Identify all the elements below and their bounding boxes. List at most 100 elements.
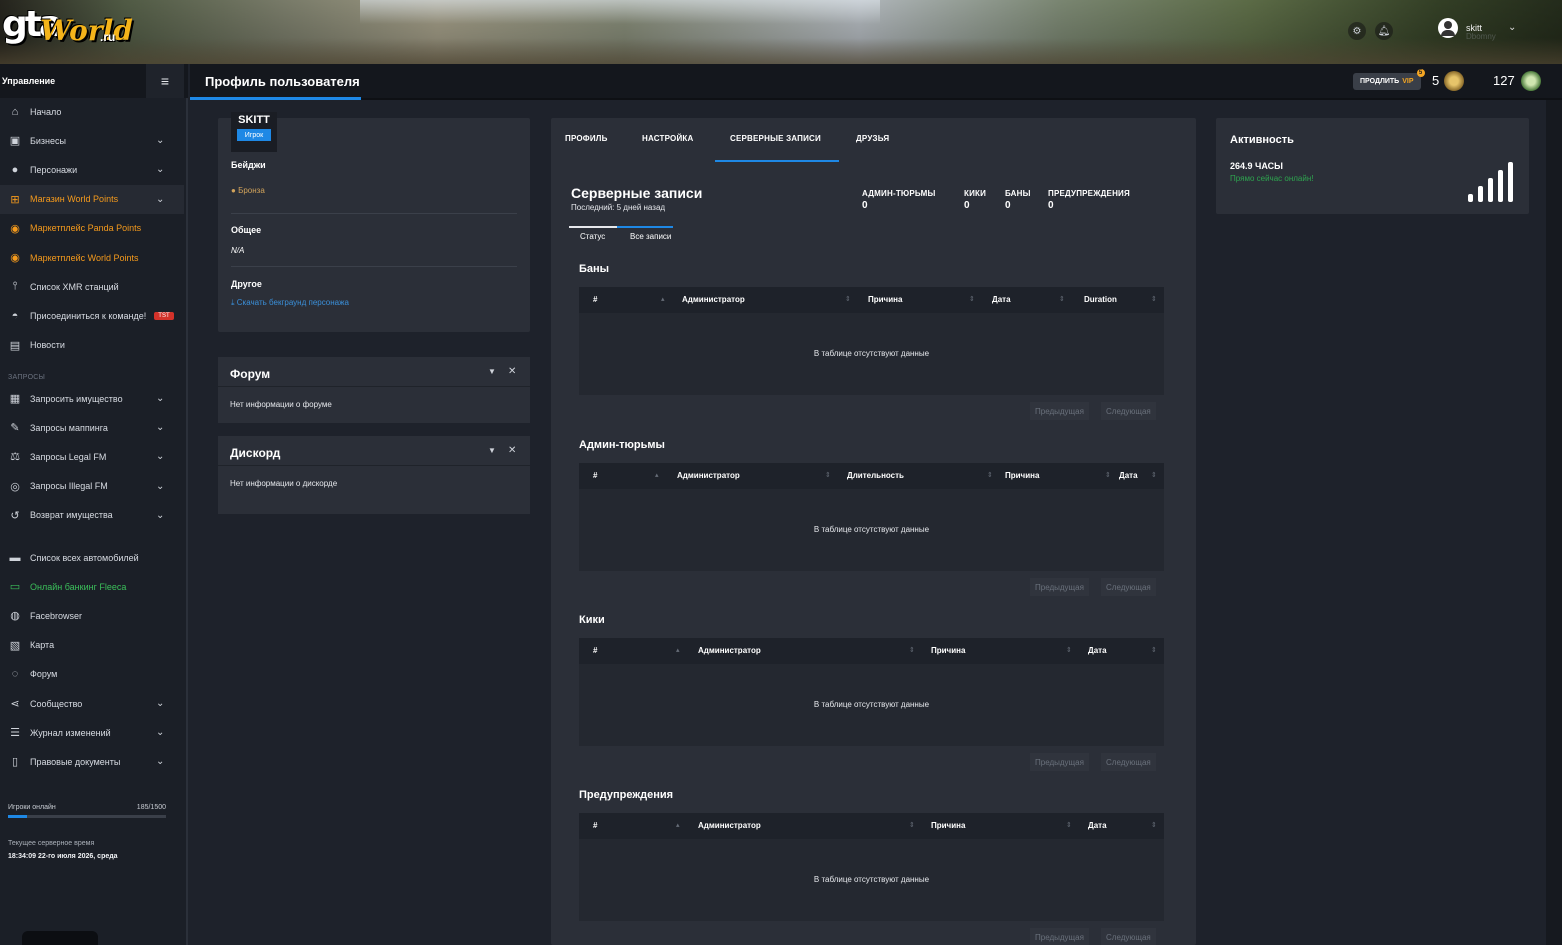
bell-icon[interactable]: 🔔︎ [1375,22,1393,40]
medal-icon[interactable] [1444,71,1464,91]
settings-gear-icon[interactable]: ⚙ [1348,22,1366,40]
table-section-title: Баны [579,263,610,275]
sort-icon[interactable]: ⇕ [845,295,851,303]
sort-icon[interactable]: ⇕ [1151,646,1157,654]
sidebar-item[interactable]: ◉ Маркетплейс Panda Points [0,214,184,243]
user-menu[interactable]: skitt Dbomny ⌄ [1438,18,1516,41]
sidebar-item[interactable]: ◍ Facebrowser [0,601,184,630]
sidebar-item[interactable]: ▧ Карта [0,631,184,660]
table-body: В таблице отсутствуют данные [579,839,1164,921]
column-header[interactable]: Администратор [698,821,761,830]
sidebar-item[interactable]: ● Персонажи ⌄ [0,155,184,184]
sidebar-item[interactable]: ▭ Онлайн банкинг Fleeca [0,572,184,601]
close-icon[interactable]: ✕ [508,366,516,377]
active-tab-underline [715,160,839,162]
next-page-button[interactable]: Следующая [1101,928,1156,945]
sort-icon[interactable]: ⇕ [969,295,975,303]
column-header[interactable]: Причина [931,646,965,655]
sort-icon[interactable]: ⇕ [1151,295,1157,303]
caret-down-icon[interactable]: ▼ [488,446,496,455]
column-header[interactable]: Причина [868,295,902,304]
sort-icon[interactable]: ⇕ [1151,821,1157,829]
sort-icon[interactable]: ⇕ [1066,821,1072,829]
column-header[interactable]: Дата [1088,646,1107,655]
table-section-title: Кики [579,614,605,626]
sidebar-item[interactable]: ⌂ Начало [0,97,184,126]
tab-server-records[interactable]: СЕРВЕРНЫЕ ЗАПИСИ [730,134,821,143]
sidebar-item[interactable]: ▯ Правовые документы ⌄ [0,747,184,776]
sort-icon[interactable]: ▴ [676,821,680,829]
column-header[interactable]: Дата [1088,821,1107,830]
sort-icon[interactable]: ⇕ [909,821,915,829]
sort-icon[interactable]: ⇕ [1059,295,1065,303]
signal-bar [1488,178,1493,202]
column-header[interactable]: Администратор [682,295,745,304]
page-scrollbar-track[interactable] [1546,100,1562,945]
sidebar-item[interactable]: ▬ Список всех автомобилей [0,543,184,572]
sidebar-item[interactable]: ▤ Новости [0,331,184,360]
sidebar-bottom-tab[interactable] [22,931,98,945]
sort-icon[interactable]: ⇕ [1151,471,1157,479]
site-logo[interactable]: gta World .ru [0,2,133,54]
tab-friends[interactable]: ДРУЗЬЯ [856,134,889,143]
sidebar-item[interactable]: ⫯ Список XMR станций [0,272,184,301]
sidebar-item[interactable]: ☰ Журнал изменений ⌄ [0,718,184,747]
stat-value: 0 [1048,200,1054,211]
column-header[interactable]: Дата [1119,471,1138,480]
column-header[interactable]: Duration [1084,295,1117,304]
column-header[interactable]: # [593,821,597,830]
panda-icon[interactable] [1521,71,1541,91]
signal-bar [1498,170,1503,202]
column-header[interactable]: Длительность [847,471,904,480]
column-header[interactable]: Администратор [698,646,761,655]
column-header[interactable]: # [593,646,597,655]
sidebar-item[interactable]: ↺ Возврат имущества ⌄ [0,501,184,530]
sort-icon[interactable]: ⇕ [825,471,831,479]
previous-page-button[interactable]: Предыдущая [1030,753,1089,771]
sidebar-item[interactable]: ◓ Присоединиться к команде! TST [0,301,184,330]
sort-icon[interactable]: ▴ [655,471,659,479]
sort-icon[interactable]: ⇕ [987,471,993,479]
column-header[interactable]: Причина [1005,471,1039,480]
sidebar-item[interactable]: ⋖ Сообщество ⌄ [0,689,184,718]
column-header[interactable]: Администратор [677,471,740,480]
close-icon[interactable]: ✕ [508,445,516,456]
medal-small-icon: ● [231,186,236,195]
sidebar-item[interactable]: ⚖ Запросы Legal FM ⌄ [0,442,184,471]
forum-panel-header: Форум ▼ ✕ [218,357,530,387]
next-page-button[interactable]: Следующая [1101,753,1156,771]
hamburger-menu-icon[interactable]: ≡ [146,64,184,98]
sidebar-item[interactable]: ▦ Запросить имущество ⌄ [0,384,184,413]
previous-page-button[interactable]: Предыдущая [1030,402,1089,420]
sort-icon[interactable]: ▴ [676,646,680,654]
previous-page-button[interactable]: Предыдущая [1030,578,1089,596]
sort-icon[interactable]: ⇕ [1066,646,1072,654]
download-background-link[interactable]: ⤓ Скачать бекграунд персонажа [231,298,349,308]
sidebar-item[interactable]: ✎ Запросы маппинга ⌄ [0,413,184,442]
sort-icon[interactable]: ▴ [661,295,665,303]
sidebar-item[interactable]: ▣ Бизнесы ⌄ [0,126,184,155]
column-header[interactable]: # [593,471,597,480]
sidebar-item[interactable]: ◎ Запросы Illegal FM ⌄ [0,472,184,501]
caret-down-icon[interactable]: ▼ [488,367,496,376]
sort-icon[interactable]: ⇕ [909,646,915,654]
next-page-button[interactable]: Следующая [1101,578,1156,596]
subtab-status[interactable]: Статус [580,232,605,241]
next-page-button[interactable]: Следующая [1101,402,1156,420]
column-header[interactable]: # [593,295,597,304]
bronze-badge: ● Бронза [231,186,265,195]
stat-kicks: КИКИ 0 [964,189,986,211]
sort-icon[interactable]: ⇕ [1105,471,1111,479]
tab-settings[interactable]: НАСТРОЙКА [642,134,693,143]
page-title-underline [190,97,361,100]
sidebar-item[interactable]: ◉ Маркетплейс World Points [0,243,184,272]
extend-vip-button[interactable]: ПРОДЛИТЬ VIP 5 [1353,69,1425,90]
stat-label: АДМИН-ТЮРЬМЫ [862,189,936,198]
previous-page-button[interactable]: Предыдущая [1030,928,1089,945]
column-header[interactable]: Дата [992,295,1011,304]
tab-profile[interactable]: ПРОФИЛЬ [565,134,608,143]
sidebar-item[interactable]: ⊞ Магазин World Points ⌄ [0,184,184,214]
subtab-all-records[interactable]: Все записи [630,232,671,241]
column-header[interactable]: Причина [931,821,965,830]
sidebar-item[interactable]: ◌ Форум [0,660,184,689]
